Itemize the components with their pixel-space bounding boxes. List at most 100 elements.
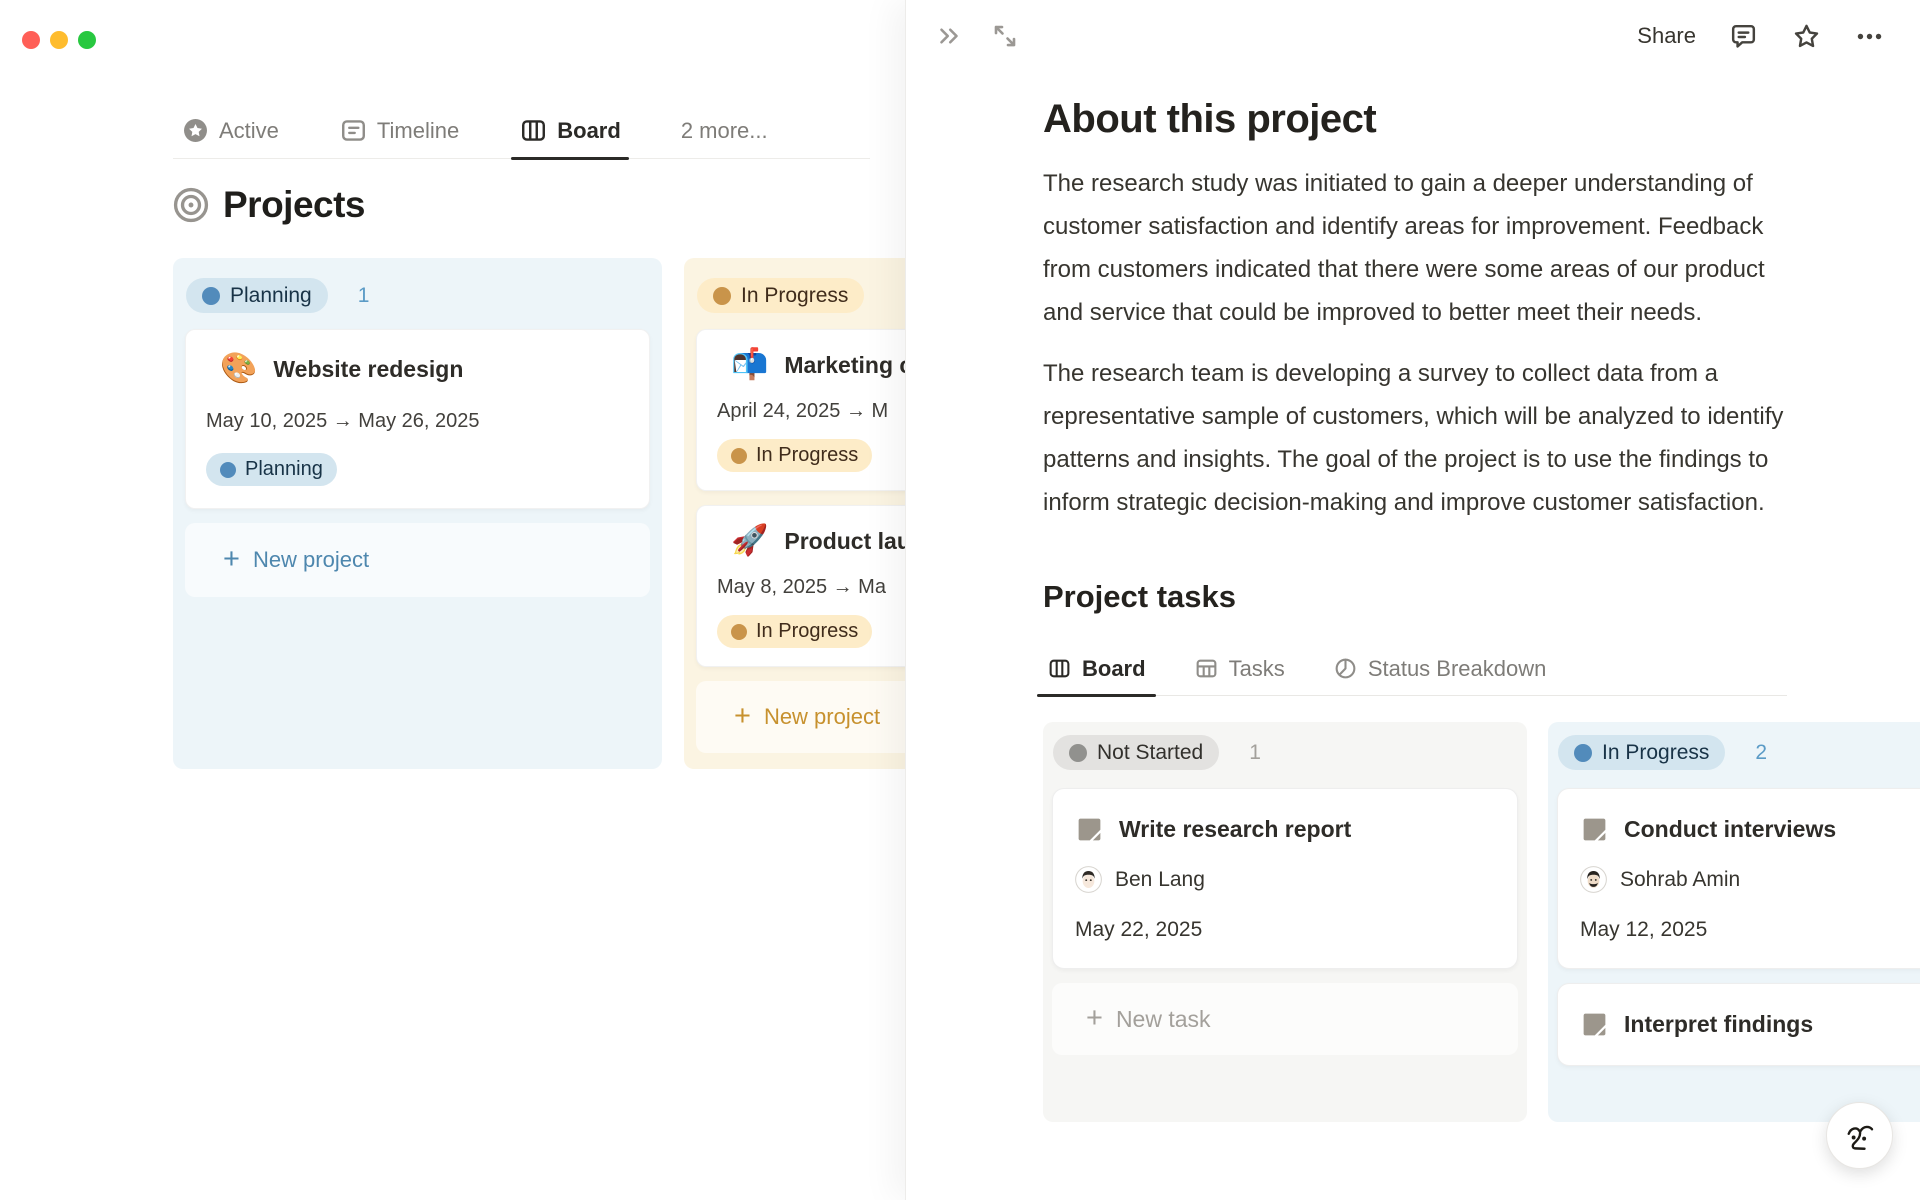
close-window-button[interactable]	[22, 31, 40, 49]
new-project-label: New project	[763, 704, 881, 729]
task-note-icon	[1078, 818, 1101, 841]
tasks-board: Not Started 1 Write research report Ben …	[1043, 722, 1920, 1122]
view-tab-more[interactable]: 2 more...	[673, 103, 776, 158]
view-tab-label: Board	[557, 117, 621, 143]
table-icon	[1196, 659, 1216, 678]
column-count: 1	[1249, 740, 1261, 764]
status-label: In Progress	[1602, 740, 1710, 764]
rocket-emoji: 🚀	[731, 524, 769, 557]
board-icon	[522, 120, 546, 141]
tasks-tab-status-breakdown[interactable]: Status Breakdown	[1329, 642, 1551, 695]
status-label: Planning	[230, 283, 312, 307]
task-card[interactable]: Interpret findings	[1557, 983, 1920, 1066]
new-task-label: New task	[1115, 1005, 1211, 1032]
ai-face-icon	[1847, 1125, 1873, 1150]
expand-diagonal-icon	[994, 25, 1016, 47]
share-button[interactable]: Share	[1637, 23, 1696, 49]
tasks-tab-board[interactable]: Board	[1037, 642, 1156, 697]
status-pill-in-progress[interactable]: In Progress	[1558, 735, 1726, 770]
expand-page-button[interactable]	[990, 21, 1020, 51]
column-count: 1	[357, 283, 370, 307]
status-label: Not Started	[1097, 740, 1204, 764]
task-note-icon	[1583, 818, 1606, 841]
tasks-tab-label: Status Breakdown	[1367, 655, 1547, 681]
plus-icon: +	[1086, 1001, 1103, 1034]
target-icon	[173, 187, 209, 223]
task-card-title: Write research report	[1119, 816, 1352, 842]
ellipsis-icon	[1857, 33, 1882, 39]
view-tab-timeline[interactable]: Timeline	[331, 103, 467, 158]
avatar	[1580, 866, 1607, 893]
task-card-title: Interpret findings	[1624, 1011, 1814, 1037]
status-dot	[731, 447, 747, 464]
tasks-column-not-started: Not Started 1 Write research report Ben …	[1043, 722, 1527, 1122]
project-card-status-tag: In Progress	[717, 615, 873, 648]
status-label: In Progress	[741, 283, 849, 307]
view-tab-bar: Active Timeline Board 2 more...	[173, 103, 870, 160]
assignee-row: Sohrab Amin	[1580, 866, 1920, 893]
minimize-window-button[interactable]	[50, 31, 68, 49]
status-dot	[202, 286, 220, 305]
close-side-peek-button[interactable]	[934, 21, 964, 51]
side-peek-panel: Share About this project The research st…	[905, 0, 1920, 1200]
notion-ai-button[interactable]	[1826, 1102, 1893, 1169]
status-pill-not-started[interactable]: Not Started	[1053, 735, 1220, 770]
artist-palette-emoji: 🎨	[220, 352, 258, 385]
page-content: About this project The research study wa…	[906, 94, 1920, 1122]
more-options-button[interactable]	[1854, 21, 1885, 52]
board-column-planning: Planning 1 🎨 Website redesign May 10, 20…	[173, 258, 662, 769]
status-label: Planning	[245, 458, 323, 480]
column-header: Planning 1	[185, 278, 650, 313]
project-card[interactable]: 🎨 Website redesign May 10, 2025 → May 26…	[185, 329, 650, 509]
plus-icon: +	[734, 699, 751, 732]
view-tab-label: 2 more...	[680, 117, 768, 143]
mailbox-emoji: 📬	[731, 348, 769, 381]
status-pill-planning[interactable]: Planning	[186, 278, 328, 313]
project-card-title: Marketing c	[784, 351, 913, 378]
view-tab-active[interactable]: Active	[173, 103, 287, 158]
tasks-tab-label: Board	[1082, 655, 1146, 681]
project-card-title: Product lau	[784, 527, 911, 554]
task-card-date: May 22, 2025	[1075, 918, 1203, 941]
database-title: Projects	[223, 184, 366, 225]
column-header: In Progress 2	[1557, 735, 1920, 770]
column-header: Not Started 1	[1052, 735, 1518, 770]
status-pill-in-progress[interactable]: In Progress	[697, 278, 865, 313]
section-title: Project tasks	[1043, 579, 1236, 614]
board-icon	[1049, 659, 1070, 678]
view-tab-label: Active	[219, 117, 279, 143]
page-title: About this project	[1043, 97, 1377, 141]
tasks-tab-label: Tasks	[1228, 655, 1285, 681]
plus-icon: +	[223, 542, 240, 575]
timeline-icon	[341, 120, 365, 141]
tasks-tab-tasks[interactable]: Tasks	[1190, 642, 1289, 695]
zoom-window-button[interactable]	[78, 31, 96, 49]
assignee-name: Sohrab Amin	[1620, 867, 1741, 891]
status-label: In Progress	[756, 620, 859, 642]
column-count: 2	[1755, 740, 1768, 764]
new-project-label: New project	[252, 547, 370, 572]
new-task-button[interactable]: + New task	[1052, 983, 1518, 1055]
task-card-date: May 12, 2025	[1580, 918, 1708, 941]
comments-button[interactable]	[1728, 21, 1759, 52]
status-dot	[713, 286, 731, 305]
star-badge-icon	[184, 119, 207, 142]
project-card-status-tag: Planning	[206, 453, 337, 486]
project-card-dates: May 10, 2025 → May 26, 2025	[206, 410, 480, 432]
favorite-button[interactable]	[1791, 21, 1822, 52]
task-card[interactable]: Write research report Ben Lang May 22, 2…	[1052, 788, 1518, 969]
task-card[interactable]: Conduct interviews Sohrab Amin May 12, 2…	[1557, 788, 1920, 969]
window-controls	[22, 31, 96, 49]
status-dot	[220, 461, 236, 478]
project-card-title: Website redesign	[273, 355, 464, 382]
task-note-icon	[1583, 1013, 1606, 1036]
status-dot	[1574, 743, 1592, 762]
assignee-name: Ben Lang	[1115, 867, 1205, 891]
status-label: In Progress	[756, 444, 859, 466]
notion-window: Active Timeline Board 2 more... Projects…	[0, 0, 1920, 1200]
new-project-button[interactable]: + New project	[185, 523, 650, 597]
project-card-status-tag: In Progress	[717, 439, 873, 472]
view-tab-board[interactable]: Board	[511, 103, 629, 160]
pie-chart-icon	[1335, 658, 1356, 679]
tasks-view-tab-bar: Board Tasks Status Breakdown	[1037, 642, 1787, 697]
